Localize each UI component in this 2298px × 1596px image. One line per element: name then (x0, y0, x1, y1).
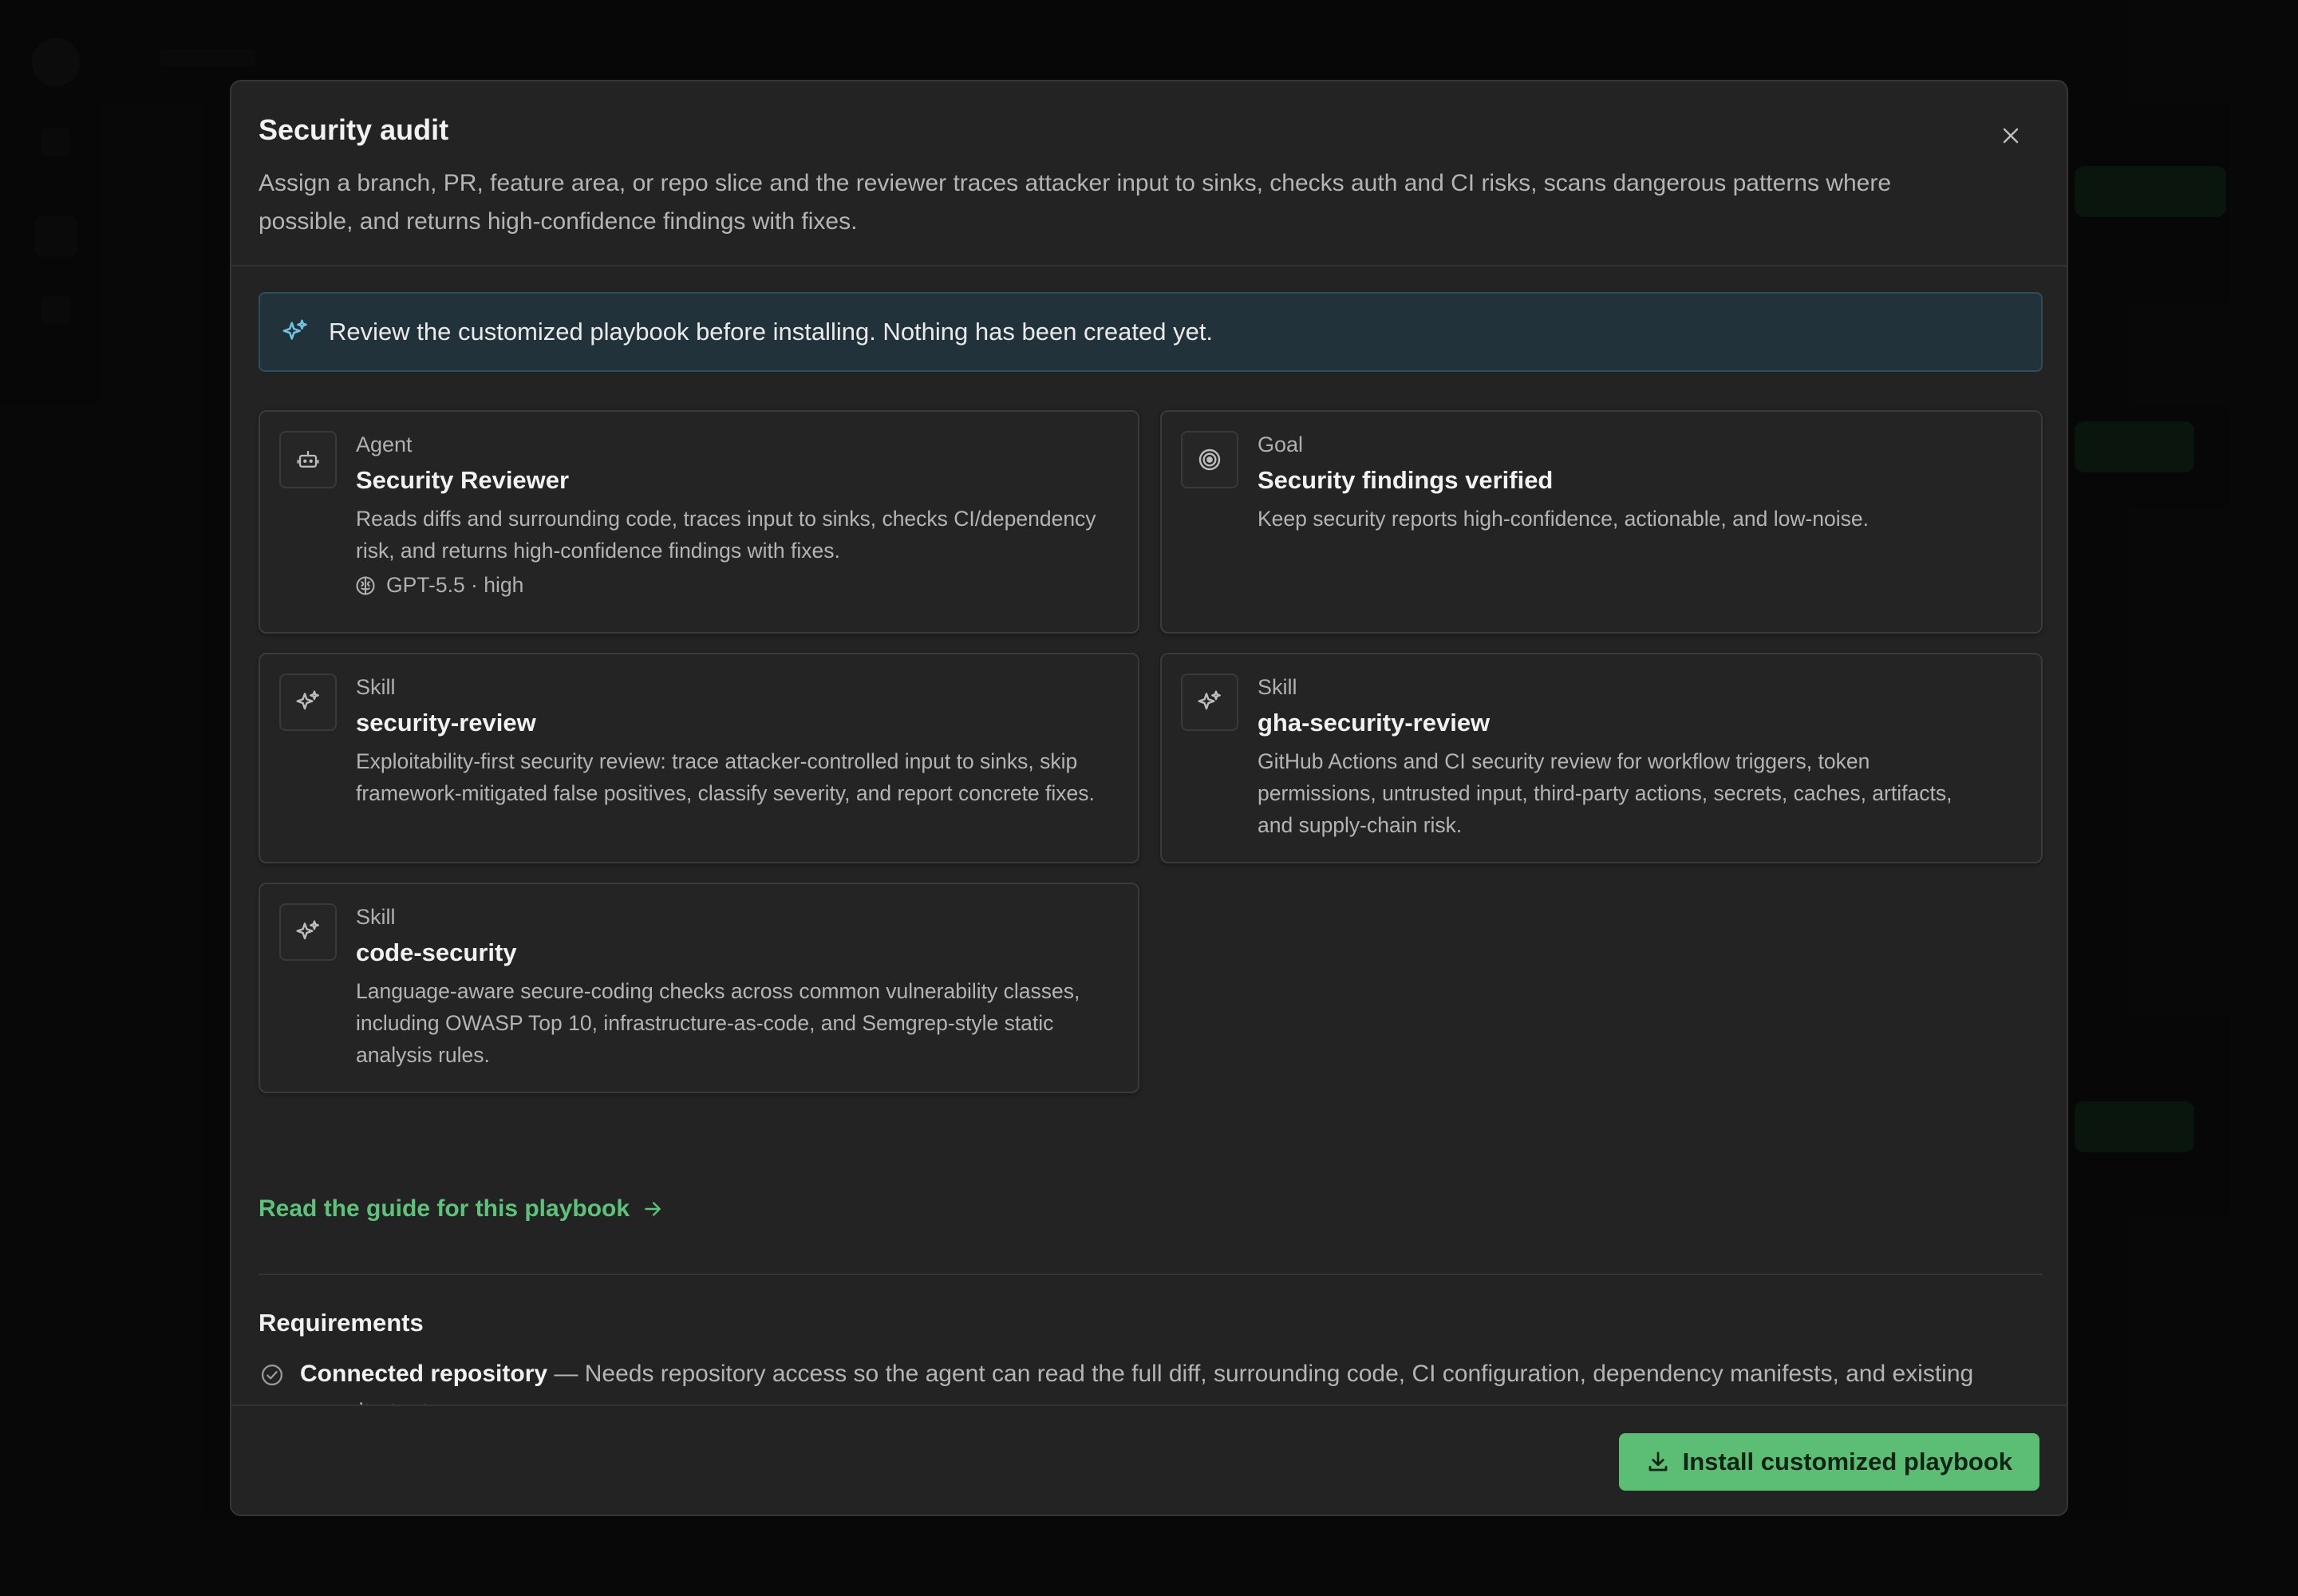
skill-card-code-security[interactable]: Skill code-security Language-aware secur… (259, 883, 1139, 1093)
card-kind: Agent (356, 433, 413, 456)
skill-card-gha-security-review[interactable]: Skill gha-security-review GitHub Actions… (1160, 653, 2043, 863)
modal-title: Security audit (259, 113, 449, 146)
playbook-modal: Security audit Assign a branch, PR, feat… (230, 80, 2068, 1516)
card-kind: Skill (1258, 675, 1297, 699)
agent-card[interactable]: Agent Security Reviewer Reads diffs and … (259, 410, 1139, 634)
skill-card-security-review[interactable]: Skill security-review Exploitability-fir… (259, 653, 1139, 863)
install-button-label: Install customized playbook (1682, 1448, 2012, 1476)
card-description: Exploitability-first security review: tr… (356, 749, 1095, 805)
goal-card[interactable]: Goal Security findings verified Keep sec… (1160, 410, 2043, 634)
modal-footer: Install customized playbook (231, 1404, 2067, 1515)
close-button[interactable] (1993, 118, 2028, 153)
arrow-right-icon (645, 1202, 661, 1216)
card-name: Security findings verified (1258, 466, 1554, 494)
card-description: Language-aware secure-coding checks acro… (356, 979, 1080, 1067)
requirements-title: Requirements (259, 1309, 424, 1337)
close-icon (2003, 128, 2019, 144)
modal-header: Security audit Assign a branch, PR, feat… (231, 81, 2067, 267)
info-notice: Review the customized playbook before in… (259, 292, 2043, 372)
target-icon (1181, 431, 1238, 488)
modal-description: Assign a branch, PR, feature area, or re… (259, 170, 1892, 235)
card-kind: Skill (356, 675, 396, 699)
guide-link[interactable]: Read the guide for this playbook (259, 1195, 663, 1223)
robot-icon (279, 431, 337, 488)
agent-model-meta: GPT-5.5 · high (354, 573, 523, 598)
card-description: GitHub Actions and CI security review fo… (1258, 749, 1953, 837)
card-name: security-review (356, 709, 536, 737)
card-description: Reads diffs and surrounding code, traces… (356, 507, 1096, 563)
sparkles-icon (279, 316, 311, 348)
section-divider (259, 1274, 2043, 1275)
card-description: Keep security reports high-confidence, a… (1258, 507, 1870, 531)
sparkles-icon (279, 674, 337, 731)
card-kind: Goal (1258, 433, 1304, 456)
check-circle-icon (259, 1361, 286, 1389)
guide-link-label: Read the guide for this playbook (259, 1195, 630, 1222)
notice-text: Review the customized playbook before in… (329, 318, 1214, 346)
download-icon (1648, 1452, 1667, 1472)
agent-model-label: GPT-5.5 · high (386, 573, 524, 597)
card-name: Security Reviewer (356, 466, 570, 494)
card-name: code-security (356, 938, 517, 966)
sparkles-icon (279, 903, 337, 961)
requirement-name: Connected repository (300, 1361, 548, 1387)
brain-icon (356, 575, 375, 595)
card-name: gha-security-review (1258, 709, 1491, 737)
sparkles-icon (1181, 674, 1238, 731)
install-playbook-button[interactable]: Install customized playbook (1618, 1433, 2039, 1491)
card-kind: Skill (356, 905, 396, 929)
